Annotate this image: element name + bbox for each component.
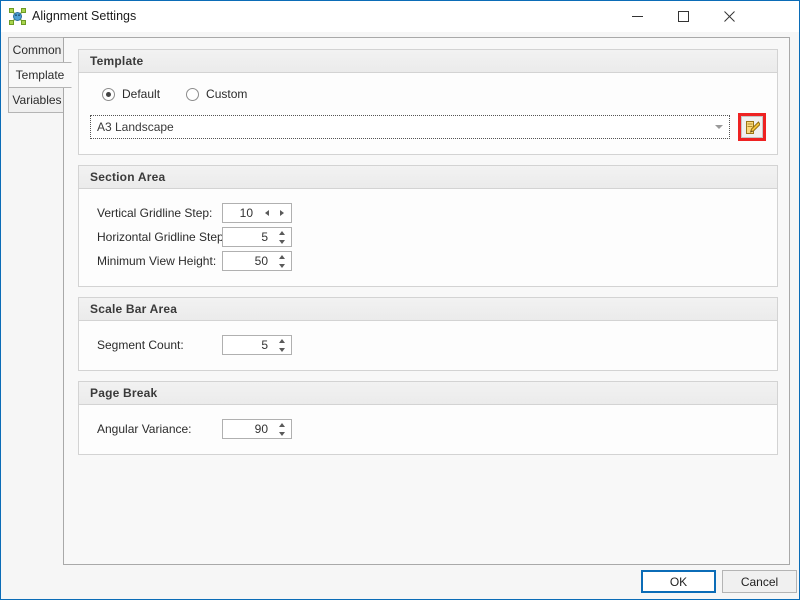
cancel-button[interactable]: Cancel bbox=[722, 570, 797, 593]
tab-common-label: Common bbox=[12, 43, 62, 57]
tab-strip: Common Template Variables bbox=[8, 37, 72, 113]
template-tab-panel: Template Default Custom A3 Landscape Sec… bbox=[63, 37, 790, 565]
radio-default[interactable]: Default bbox=[102, 87, 160, 101]
minimum-view-height-value: 50 bbox=[254, 254, 268, 268]
alignment-network-icon bbox=[9, 8, 26, 25]
field-angular-variance-label: Angular Variance: bbox=[97, 422, 192, 436]
horizontal-gridline-step-value: 5 bbox=[261, 230, 268, 244]
field-segment-count-label: Segment Count: bbox=[97, 338, 184, 352]
radio-default-mark bbox=[102, 87, 115, 101]
tab-variables-label: Variables bbox=[12, 93, 62, 107]
field-angular-variance: Angular Variance: 90 bbox=[97, 417, 766, 441]
template-group-header: Template bbox=[79, 50, 777, 73]
section-area-group: Section Area Vertical Gridline Step: 10 bbox=[78, 165, 778, 287]
template-combobox-value: A3 Landscape bbox=[97, 120, 174, 134]
vertical-gridline-step-input[interactable]: 10 bbox=[222, 203, 292, 223]
spinner-down-button[interactable] bbox=[274, 345, 289, 354]
spinner-up-button[interactable] bbox=[274, 228, 289, 237]
field-minimum-view-height-label: Minimum View Height: bbox=[97, 254, 217, 268]
arrow-up-icon bbox=[278, 422, 285, 427]
template-mode-radio-group: Default Custom bbox=[102, 87, 766, 101]
segment-count-value: 5 bbox=[261, 338, 268, 352]
radio-custom-label: Custom bbox=[206, 87, 248, 101]
arrow-up-icon bbox=[278, 338, 285, 343]
vertical-gridline-step-value: 10 bbox=[239, 206, 253, 220]
ok-button[interactable]: OK bbox=[641, 570, 716, 593]
field-vertical-gridline-step-label: Vertical Gridline Step: bbox=[97, 206, 213, 220]
ok-button-label: OK bbox=[669, 574, 688, 589]
field-minimum-view-height: Minimum View Height: 50 bbox=[97, 249, 766, 273]
spinner-down-button[interactable] bbox=[274, 237, 289, 246]
angular-variance-value: 90 bbox=[254, 422, 268, 436]
minimize-button[interactable] bbox=[614, 1, 660, 31]
title-bar: Alignment Settings bbox=[1, 1, 799, 32]
spinner-up-button[interactable] bbox=[274, 420, 289, 429]
arrow-down-icon bbox=[278, 431, 285, 436]
radio-default-label: Default bbox=[122, 87, 161, 101]
edit-template-icon bbox=[745, 120, 760, 134]
page-break-group: Page Break Angular Variance: 90 bbox=[78, 381, 778, 455]
spinner-up-button[interactable] bbox=[274, 336, 289, 345]
alignment-settings-dialog: Alignment Settings Common Template Varia… bbox=[0, 0, 800, 600]
template-select-row: A3 Landscape bbox=[89, 113, 767, 141]
angular-variance-spinner bbox=[274, 420, 289, 438]
minimum-view-height-spinner bbox=[274, 252, 289, 270]
segment-count-spinner bbox=[274, 336, 289, 354]
tab-common[interactable]: Common bbox=[8, 37, 66, 63]
page-break-group-header: Page Break bbox=[79, 382, 777, 405]
segment-count-input[interactable]: 5 bbox=[222, 335, 292, 355]
spinner-down-button[interactable] bbox=[274, 429, 289, 438]
arrow-down-icon bbox=[278, 263, 285, 268]
field-segment-count: Segment Count: 5 bbox=[97, 333, 766, 357]
horizontal-gridline-step-spinner bbox=[274, 228, 289, 246]
angular-variance-input[interactable]: 90 bbox=[222, 419, 292, 439]
template-group: Template Default Custom A3 Landscape bbox=[78, 49, 778, 155]
arrow-up-icon bbox=[278, 254, 285, 259]
spinner-down-button[interactable] bbox=[274, 261, 289, 270]
radio-custom[interactable]: Custom bbox=[186, 87, 247, 101]
template-combobox[interactable]: A3 Landscape bbox=[89, 115, 731, 139]
dialog-footer: OK Cancel bbox=[2, 565, 798, 598]
arrow-down-icon bbox=[278, 347, 285, 352]
arrow-up-icon bbox=[278, 230, 285, 235]
spinner-right-button[interactable] bbox=[274, 204, 289, 222]
spinner-left-button[interactable] bbox=[259, 204, 274, 222]
minimum-view-height-input[interactable]: 50 bbox=[222, 251, 292, 271]
chevron-down-icon[interactable] bbox=[715, 125, 724, 129]
field-horizontal-gridline-step: Horizontal Gridline Step: 5 bbox=[97, 225, 766, 249]
maximize-button[interactable] bbox=[660, 1, 706, 31]
field-vertical-gridline-step: Vertical Gridline Step: 10 bbox=[97, 201, 766, 225]
cancel-button-label: Cancel bbox=[740, 574, 779, 589]
vertical-gridline-step-spinner bbox=[259, 204, 289, 222]
field-horizontal-gridline-step-label: Horizontal Gridline Step: bbox=[97, 230, 228, 244]
tab-template-label: Template bbox=[15, 68, 65, 82]
spinner-up-button[interactable] bbox=[274, 252, 289, 261]
section-area-group-header: Section Area bbox=[79, 166, 777, 189]
scale-bar-area-group-header: Scale Bar Area bbox=[79, 298, 777, 321]
horizontal-gridline-step-input[interactable]: 5 bbox=[222, 227, 292, 247]
edit-template-button[interactable] bbox=[741, 116, 764, 138]
template-browse-wrap bbox=[738, 113, 767, 141]
arrow-left-icon bbox=[264, 210, 269, 216]
close-button[interactable] bbox=[706, 1, 752, 31]
arrow-right-icon bbox=[279, 210, 284, 216]
radio-custom-mark bbox=[186, 87, 200, 101]
window-title: Alignment Settings bbox=[32, 9, 137, 23]
tab-variables[interactable]: Variables bbox=[8, 87, 66, 113]
arrow-down-icon bbox=[278, 239, 285, 244]
tab-template[interactable]: Template bbox=[8, 62, 72, 88]
scale-bar-area-group: Scale Bar Area Segment Count: 5 bbox=[78, 297, 778, 371]
